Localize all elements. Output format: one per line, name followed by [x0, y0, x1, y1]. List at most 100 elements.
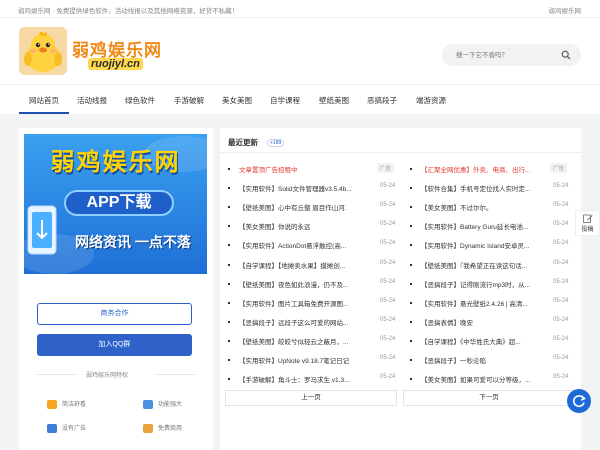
nav-item-software[interactable]: 绿色软件	[125, 95, 155, 106]
article-title[interactable]: 【恶搞表情】晚安	[421, 317, 541, 327]
article-list-item[interactable]: 【壁纸美图】心中有丘壑 眉目作山河. 05-24	[228, 198, 404, 217]
site-header: 弱鸡娱乐网 ruojiyl.cn	[0, 18, 600, 84]
article-title[interactable]: 【美女美图】你说的永远	[239, 221, 367, 231]
bullet-icon	[410, 378, 412, 381]
article-date: 05-24	[380, 374, 396, 381]
article-list-item[interactable]: 【恶搞表情】晚安 05-24	[410, 313, 577, 332]
latest-updates-panel: 最近更新 +189 文章置顶广告招租中 广告 【实用软件】Solid文件管理器v3.…	[220, 128, 581, 450]
refresh-button[interactable]	[567, 389, 591, 413]
book-icon	[47, 399, 57, 409]
top-site-name[interactable]: 弱鸡娱乐网	[549, 5, 582, 15]
join-qq-group-button[interactable]: 加入QQ群	[37, 334, 192, 356]
article-title[interactable]: 【恶搞段子】远段子这么可爱的网站...	[239, 317, 367, 327]
bullet-icon	[228, 282, 230, 285]
article-list-item[interactable]: 【恶搞段子】一秒沦陷 05-24	[410, 351, 577, 370]
article-list-item[interactable]: 【美女美图】你说的永远 05-24	[228, 217, 404, 236]
article-title[interactable]: 【壁纸美图】夜色如此浪漫，仍不及...	[239, 279, 367, 289]
article-date: 05-24	[380, 316, 396, 323]
app-download-banner[interactable]: 弱鸡娱乐网 APP下载 网络资讯 一点不落	[24, 134, 207, 274]
section-title: 最近更新	[228, 138, 258, 147]
article-title[interactable]: 【手游破解】角斗士：罗马求生 v1.3...	[239, 374, 367, 384]
left-sidebar: 弱鸡娱乐网 APP下载 网络资讯 一点不落 商务合作 加入QQ群 弱鸡娱乐网特权…	[19, 128, 213, 450]
article-list-item[interactable]: 【美女美图】不过尔尔。 05-24	[410, 198, 577, 217]
nav-item-beauty[interactable]: 美女美图	[222, 95, 252, 106]
banner-subtitle: APP下载	[64, 190, 174, 216]
feature-label: 功能强大	[158, 402, 183, 408]
ad-list-item[interactable]: 文章置顶广告招租中 广告	[228, 160, 404, 179]
article-title[interactable]: 【实用软件】Solid文件管理器v3.5.4b...	[239, 183, 367, 193]
article-title[interactable]: 【实用软件】悬光壁纸2.4.26 | 高清...	[421, 298, 541, 308]
article-title[interactable]: 【实用软件】ActionDot悬浮触控(高...	[239, 240, 367, 250]
article-list-item[interactable]: 【美女美图】如果可爱可以分等级，... 05-24	[410, 370, 577, 389]
article-list-item[interactable]: 【实用软件】ActionDot悬浮触控(高... 05-24	[228, 236, 404, 255]
article-list-item[interactable]: 【实用软件】图片工具箱免费开源图... 05-24	[228, 294, 404, 313]
next-page-button[interactable]: 下一页	[403, 390, 575, 406]
article-date: 05-24	[380, 355, 396, 361]
article-date: 05-24	[380, 221, 396, 228]
article-date: 05-24	[380, 335, 396, 342]
site-tagline: 弱鸡娱乐网 · 免费提供绿色软件、活动线报以及其他网络资源，好货不私藏！	[18, 8, 239, 15]
chick-logo-icon[interactable]	[19, 27, 67, 75]
nav-item-jokes[interactable]: 恶搞段子	[367, 95, 397, 106]
nav-item-mobile-games[interactable]: 手游破解	[174, 95, 204, 106]
contribute-label: 投稿	[581, 227, 594, 233]
bullet-icon	[410, 282, 412, 285]
article-list-item[interactable]: 【实用软件】Dynamic Island安卓灵... 05-24	[410, 236, 577, 255]
article-title[interactable]: 【美女美图】不过尔尔。	[421, 202, 541, 212]
contribute-button[interactable]: 投稿	[575, 210, 600, 236]
article-list-item[interactable]: 【实用软件】悬光壁纸2.4.26 | 高清... 05-24	[410, 294, 577, 313]
prev-page-button[interactable]: 上一页	[225, 390, 397, 406]
article-list-item[interactable]: 【手游破解】角斗士：罗马求生 v1.3... 05-24	[228, 370, 404, 389]
ad-list-item[interactable]: 【汇聚全网优惠】外卖、电商、出行... 广告	[410, 160, 577, 179]
bullet-icon	[410, 320, 412, 323]
update-count-badge: +189	[267, 139, 285, 147]
business-cooperation-button[interactable]: 商务合作	[37, 303, 192, 325]
main-nav: 网站首页 活动线报 绿色软件 手游破解 美女美图 自学课程 壁纸美图 恶搞段子 …	[0, 84, 600, 114]
article-title[interactable]: 【美女美图】如果可爱可以分等级，...	[421, 374, 541, 384]
search-input[interactable]	[456, 48, 560, 62]
article-title[interactable]: 【自学课程】【地摊卖水果】摸摊创...	[239, 260, 367, 270]
article-title[interactable]: 【软件合集】手机号定位找人实时定...	[421, 183, 541, 193]
bullet-icon	[228, 378, 230, 381]
article-list-item[interactable]: 【实用软件】Battery Guru延长电池... 05-24	[410, 217, 577, 236]
article-title[interactable]: 【壁纸美图】皎皎兮似轻云之蔽月，...	[239, 336, 367, 346]
search-box	[442, 44, 581, 66]
article-title[interactable]: 【实用软件】图片工具箱免费开源图...	[239, 298, 367, 308]
nav-item-home[interactable]: 网站首页	[29, 95, 59, 106]
article-title[interactable]: 【恶搞段子】记得刚流行mp3时，从...	[421, 279, 541, 289]
article-list-item[interactable]: 【壁纸美图】『我希望正在读这句话... 05-24	[410, 256, 577, 275]
article-list-item[interactable]: 【实用软件】UpNote v9.18.7笔记日记 05-24	[228, 351, 404, 370]
feature-label: 简洁舒看	[62, 402, 87, 408]
article-list-item[interactable]: 【恶搞段子】记得刚流行mp3时，从... 05-24	[410, 275, 577, 294]
bullet-icon	[228, 301, 230, 304]
article-list-item[interactable]: 【实用软件】Solid文件管理器v3.5.4b... 05-24	[228, 179, 404, 198]
article-title[interactable]: 【汇聚全网优惠】外卖、电商、出行...	[421, 164, 541, 174]
bullet-icon	[228, 244, 230, 247]
article-title[interactable]: 【实用软件】Dynamic Island安卓灵...	[421, 240, 541, 250]
article-title[interactable]: 【实用软件】Battery Guru延长电池...	[421, 221, 541, 231]
article-list-item[interactable]: 【自学课程】《中华姓氏大典》超... 05-24	[410, 332, 577, 351]
article-title[interactable]: 【壁纸美图】『我希望正在读这句话...	[421, 260, 541, 270]
bullet-icon	[228, 206, 230, 209]
divider-right	[155, 374, 195, 375]
search-icon[interactable]	[561, 50, 571, 60]
bullet-icon	[410, 244, 412, 247]
nav-item-courses[interactable]: 自学课程	[270, 95, 300, 106]
article-list-item[interactable]: 【壁纸美图】皎皎兮似轻云之蔽月，... 05-24	[228, 332, 404, 351]
article-list-item[interactable]: 【恶搞段子】远段子这么可爱的网站... 05-24	[228, 313, 404, 332]
nav-item-deals[interactable]: 活动线报	[77, 95, 107, 106]
bullet-icon	[410, 187, 412, 190]
article-title[interactable]: 【自学课程】《中华姓氏大典》超...	[421, 336, 541, 346]
bullet-icon	[410, 206, 412, 209]
article-list-item[interactable]: 【自学课程】【地摊卖水果】摸摊创... 05-24	[228, 256, 404, 275]
nav-item-pc-games[interactable]: 端游资源	[416, 95, 446, 106]
tools-icon	[143, 399, 153, 409]
nav-item-wallpapers[interactable]: 壁纸美图	[319, 95, 349, 106]
article-title[interactable]: 文章置顶广告招租中	[239, 164, 367, 174]
article-title[interactable]: 【恶搞段子】一秒沦陷	[421, 355, 541, 365]
article-date: 05-24	[553, 240, 569, 247]
article-title[interactable]: 【壁纸美图】心中有丘壑 眉目作山河.	[239, 202, 367, 212]
article-list-item[interactable]: 【壁纸美图】夜色如此浪漫，仍不及... 05-24	[228, 275, 404, 294]
article-title[interactable]: 【实用软件】UpNote v9.18.7笔记日记	[239, 355, 367, 365]
article-list-item[interactable]: 【软件合集】手机号定位找人实时定... 05-24	[410, 179, 577, 198]
